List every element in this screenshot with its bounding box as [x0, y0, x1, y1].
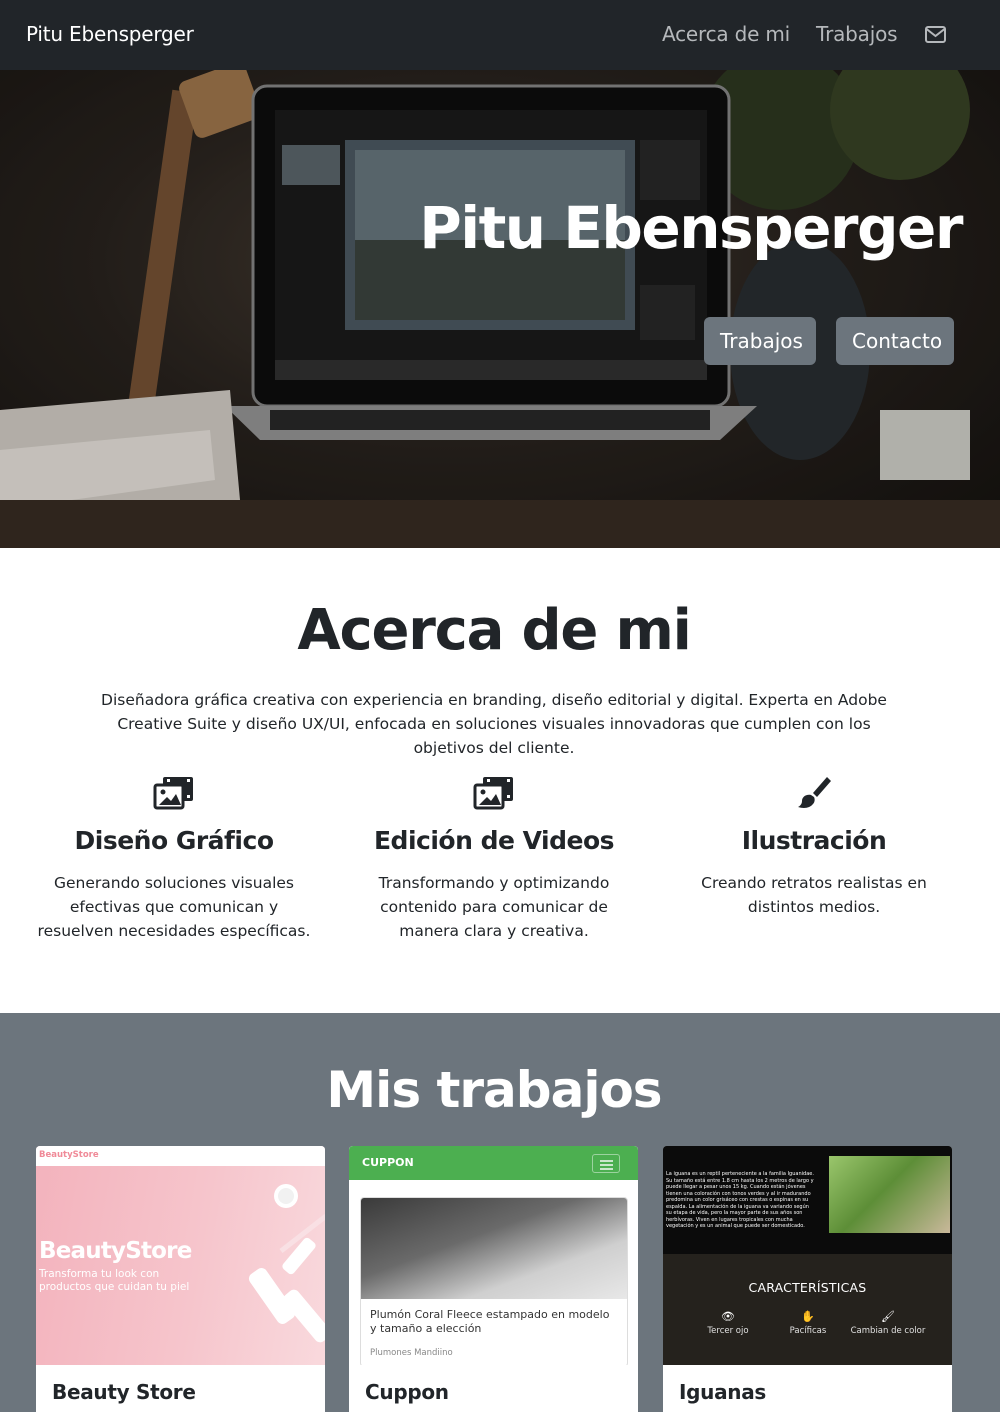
- feature-title: Edición de Videos: [373, 826, 615, 855]
- thumbnail-header-brand: BeautyStore: [39, 1150, 99, 1160]
- thumbnail-feature-label: Pacíficas: [789, 1326, 827, 1336]
- thumbnail-feature: 🖌 Cambian de color: [840, 1310, 936, 1336]
- feature-title: Diseño Gráfico: [74, 826, 275, 855]
- paintbrush-icon: [798, 777, 831, 808]
- iguana-image: [829, 1156, 950, 1233]
- thumbnail-product-category: Plumones Mandiino: [370, 1348, 453, 1358]
- about-section: Acerca de mi Diseñadora gráfica creativa…: [0, 548, 1000, 1014]
- thumbnail-feature-label: Tercer ojo: [707, 1326, 749, 1336]
- photo-film-icon: [473, 777, 513, 810]
- thumbnail-brand: CUPPON: [362, 1156, 414, 1169]
- work-card-iguanas[interactable]: La iguana es un reptil perteneciente a l…: [663, 1146, 952, 1412]
- card-title: Cuppon: [365, 1380, 449, 1404]
- nav-link-works[interactable]: Trabajos: [816, 22, 898, 46]
- feature-video-editing: Edición de Videos Transformando y optimi…: [344, 776, 644, 943]
- thumbnail-features-heading: CARACTERÍSTICAS: [748, 1280, 867, 1295]
- work-card-beauty-store[interactable]: BeautyStore BeautyStore Transforma tu lo…: [36, 1146, 325, 1412]
- card-thumbnail: CUPPON Plumón Coral Fleece estampado en …: [349, 1146, 638, 1365]
- hero-works-button[interactable]: Trabajos: [704, 317, 816, 365]
- card-thumbnail: BeautyStore BeautyStore Transforma tu lo…: [36, 1146, 325, 1365]
- hero-contact-button[interactable]: Contacto: [836, 317, 954, 365]
- hero-title: Pitu Ebensperger: [419, 194, 963, 262]
- bed-image: [361, 1198, 627, 1299]
- feature-text: Creando retratos realistas en distintos …: [701, 874, 927, 916]
- thumbnail-title: BeautyStore: [39, 1238, 192, 1264]
- feature-text: Transformando y optimizando contenido pa…: [378, 874, 610, 940]
- cosmetics-image: [248, 1184, 325, 1343]
- hamburger-menu-icon: [592, 1154, 620, 1173]
- card-title: Beauty Store: [52, 1380, 196, 1404]
- thumbnail-subtitle: Transforma tu look con productos que cui…: [39, 1268, 190, 1293]
- thumbnail-navbar: CUPPON: [349, 1146, 638, 1180]
- work-card-cuppon[interactable]: CUPPON Plumón Coral Fleece estampado en …: [349, 1146, 638, 1412]
- card-title: Iguanas: [679, 1380, 767, 1404]
- thumbnail-header: BeautyStore: [36, 1146, 325, 1166]
- nav-link-about[interactable]: Acerca de mi: [662, 22, 790, 46]
- about-title: Acerca de mi: [297, 598, 692, 663]
- hero-section: Pitu Ebensperger Trabajos Contacto: [0, 70, 1000, 548]
- works-title: Mis trabajos: [326, 1061, 662, 1119]
- navbar: Pitu Ebensperger Acerca de mi Trabajos: [0, 0, 1000, 70]
- photo-film-icon: [153, 777, 193, 810]
- card-thumbnail: La iguana es un reptil perteneciente a l…: [663, 1146, 952, 1365]
- feature-graphic-design: Diseño Gráfico Generando soluciones visu…: [24, 776, 324, 943]
- thumbnail-feature-label: Cambian de color: [850, 1326, 926, 1336]
- paintbrush-icon: 🖌: [881, 1310, 895, 1323]
- feature-text: Generando soluciones visuales efectivas …: [37, 874, 311, 940]
- hero-overlay: [0, 70, 1000, 548]
- thumbnail-product-caption: Plumón Coral Fleece estampado en modelo …: [370, 1308, 610, 1335]
- works-section: Mis trabajos BeautyStore BeautyStore Tra…: [0, 1013, 1000, 1412]
- feature-illustration: Ilustración Creando retratos realistas e…: [664, 776, 964, 919]
- thumbnail-intro: La iguana es un reptil perteneciente a l…: [663, 1146, 952, 1254]
- feature-title: Ilustración: [741, 826, 887, 855]
- brand-link[interactable]: Pitu Ebensperger: [26, 22, 194, 46]
- about-text: Diseñadora gráfica creativa con experien…: [101, 691, 887, 757]
- thumbnail-product-card: Plumón Coral Fleece estampado en modelo …: [360, 1197, 628, 1365]
- envelope-icon[interactable]: [924, 24, 948, 46]
- thumbnail-intro-text: La iguana es un reptil perteneciente a l…: [666, 1171, 814, 1229]
